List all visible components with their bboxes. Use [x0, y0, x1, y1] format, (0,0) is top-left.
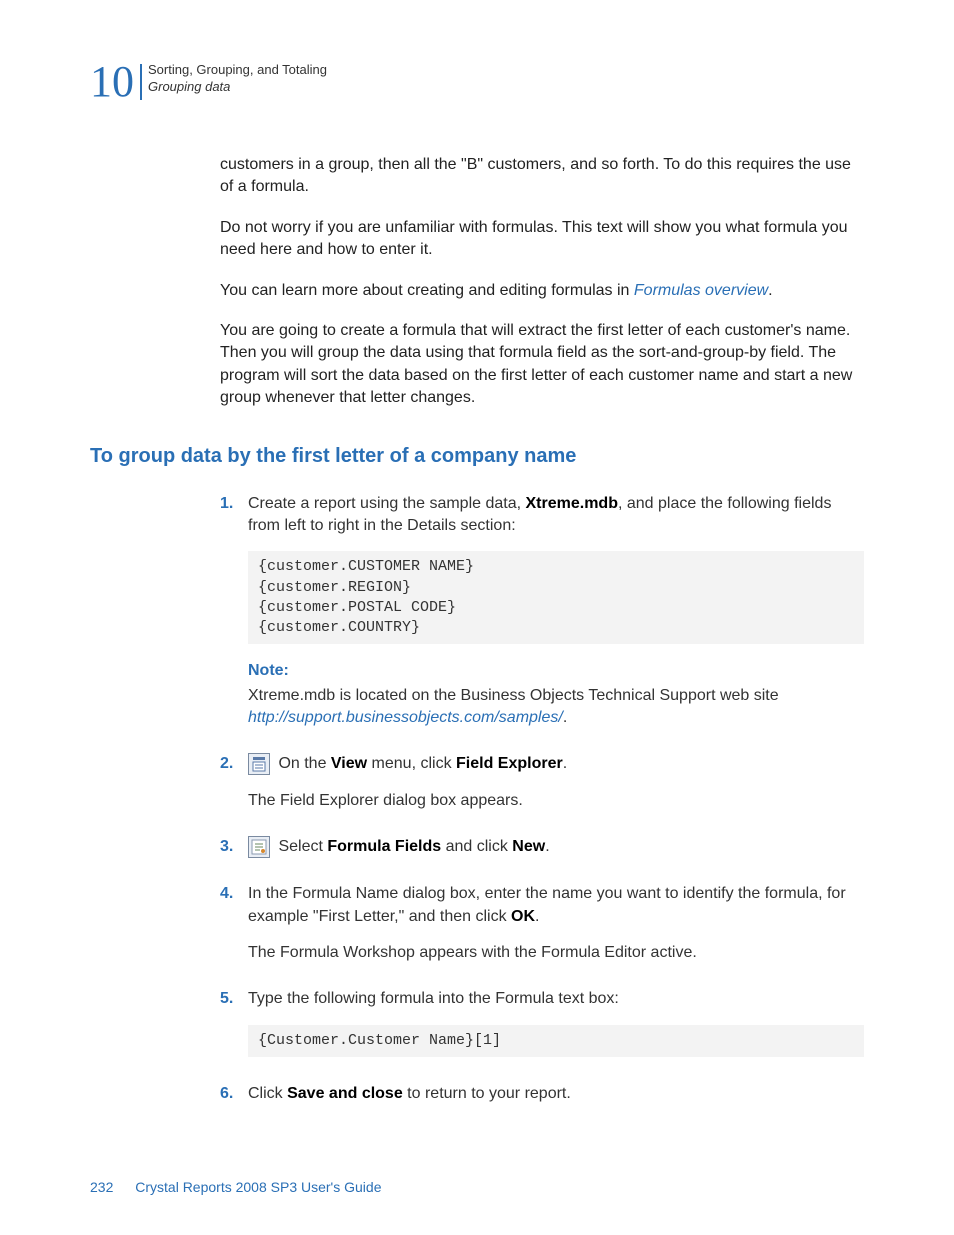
code-block: {Customer.Customer Name}[1] [248, 1025, 864, 1057]
step-text: Create a report using the sample data, X… [248, 493, 864, 538]
text: You can learn more about creating and ed… [220, 282, 634, 299]
text: Select [274, 839, 327, 856]
text: Click [248, 1085, 287, 1102]
bold-text: Field Explorer [456, 756, 563, 773]
step-number: 3. [220, 836, 248, 873]
step-text: Select Formula Fields and click New. [248, 836, 864, 859]
field-explorer-icon [248, 753, 270, 775]
doc-title: Crystal Reports 2008 SP3 User's Guide [135, 1179, 381, 1195]
chapter-number: 10 [90, 60, 138, 104]
bold-text: OK [511, 908, 535, 925]
intro-paragraph: Do not worry if you are unfamiliar with … [220, 217, 864, 262]
step-followup: The Formula Workshop appears with the Fo… [248, 942, 864, 964]
step-text: Type the following formula into the Form… [248, 988, 864, 1010]
text: In the Formula Name dialog box, enter th… [248, 885, 846, 924]
text: to return to your report. [403, 1085, 571, 1102]
step-text: Click Save and close to return to your r… [248, 1083, 864, 1105]
step-number: 6. [220, 1083, 248, 1119]
intro-paragraph: You are going to create a formula that w… [220, 320, 864, 410]
intro-paragraph: customers in a group, then all the "B" c… [220, 154, 864, 199]
step-number: 2. [220, 753, 248, 826]
step-text: In the Formula Name dialog box, enter th… [248, 883, 864, 928]
bold-text: Formula Fields [327, 839, 441, 856]
formulas-overview-link[interactable]: Formulas overview [634, 282, 768, 299]
note-label: Note: [248, 660, 864, 682]
header-title: Sorting, Grouping, and Totaling [148, 62, 327, 79]
bold-text: New [512, 839, 545, 856]
text: Create a report using the sample data, [248, 495, 526, 512]
steps-list: 1. Create a report using the sample data… [220, 493, 864, 1120]
step-5: 5. Type the following formula into the F… [220, 988, 864, 1073]
step-followup: The Field Explorer dialog box appears. [248, 790, 864, 812]
header-divider [140, 64, 142, 100]
text: . [563, 756, 567, 773]
text: . [768, 282, 772, 299]
bold-text: Xtreme.mdb [526, 495, 618, 512]
bold-text: View [331, 756, 367, 773]
step-3: 3. Select Formula Fields and click New. [220, 836, 864, 873]
text: On the [274, 756, 331, 773]
formula-fields-icon [248, 836, 270, 858]
text: menu, click [367, 756, 456, 773]
step-number: 1. [220, 493, 248, 744]
page-header: 10 Sorting, Grouping, and Totaling Group… [90, 60, 864, 104]
note-text: Xtreme.mdb is located on the Business Ob… [248, 685, 864, 730]
step-1: 1. Create a report using the sample data… [220, 493, 864, 744]
header-text: Sorting, Grouping, and Totaling Grouping… [148, 60, 327, 96]
step-4: 4. In the Formula Name dialog box, enter… [220, 883, 864, 978]
step-6: 6. Click Save and close to return to you… [220, 1083, 864, 1119]
page-footer: 232 Crystal Reports 2008 SP3 User's Guid… [90, 1179, 864, 1195]
page-number: 232 [90, 1179, 113, 1195]
code-block: {customer.CUSTOMER NAME} {customer.REGIO… [248, 551, 864, 644]
text: and click [441, 839, 512, 856]
support-url-link[interactable]: http://support.businessobjects.com/sampl… [248, 709, 563, 726]
step-text: On the View menu, click Field Explorer. [248, 753, 864, 776]
section-heading: To group data by the first letter of a c… [90, 445, 864, 468]
header-subtitle: Grouping data [148, 79, 327, 96]
text: . [545, 839, 549, 856]
bold-text: Save and close [287, 1085, 403, 1102]
intro-paragraph: You can learn more about creating and ed… [220, 280, 864, 302]
text: . [535, 908, 539, 925]
step-2: 2. On the View menu, click Field Explore… [220, 753, 864, 826]
step-number: 5. [220, 988, 248, 1073]
step-number: 4. [220, 883, 248, 978]
intro-content: customers in a group, then all the "B" c… [220, 154, 864, 410]
text: Xtreme.mdb is located on the Business Ob… [248, 687, 779, 704]
text: . [563, 709, 567, 726]
